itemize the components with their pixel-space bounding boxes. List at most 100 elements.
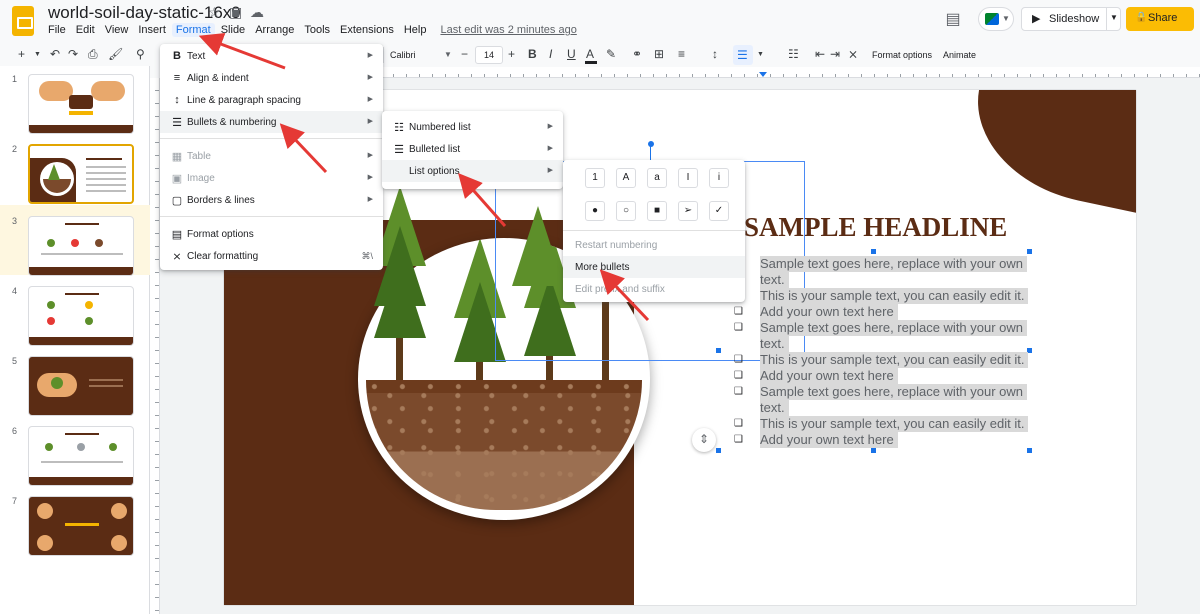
slideshow-button[interactable]: ▶ Slideshow ▼ xyxy=(1021,7,1121,31)
menu-insert[interactable]: Insert xyxy=(134,23,170,37)
submenu-list-options[interactable]: List options ▶ xyxy=(382,160,563,182)
vertical-ruler[interactable] xyxy=(150,78,160,614)
format-menu-clear-formatting[interactable]: ⨯ Clear formatting ⌘\ xyxy=(160,245,383,267)
slideshow-dropdown-icon[interactable]: ▼ xyxy=(1106,8,1121,30)
list-item[interactable]: ❑ Add your own text here xyxy=(724,368,1024,384)
list-item[interactable]: text. xyxy=(724,400,1024,416)
line-spacing-icon[interactable]: ↕ xyxy=(712,47,718,61)
indent-marker[interactable] xyxy=(759,72,767,77)
submenu-numbered-list[interactable]: ☷ Numbered list ▶ xyxy=(382,116,563,138)
bullet-style-filled-circle[interactable]: ● xyxy=(585,201,605,221)
format-menu-format-options[interactable]: ▤ Format options xyxy=(160,223,383,245)
slide-thumbnail-3[interactable] xyxy=(28,216,134,276)
animate-button[interactable]: Animate xyxy=(943,50,976,60)
decrease-indent-icon[interactable]: ⇤ xyxy=(815,47,825,61)
cloud-status-icon[interactable]: ☁ xyxy=(250,4,264,21)
meet-button[interactable]: ▼ xyxy=(978,7,1014,31)
number-style-upper-alpha[interactable]: A xyxy=(616,168,636,188)
format-menu-borders-lines[interactable]: ▢ Borders & lines ▶ xyxy=(160,189,383,211)
list-item[interactable]: ❑This is your sample text, you can easil… xyxy=(724,288,1029,304)
format-menu-line-spacing[interactable]: ↕ Line & paragraph spacing ▶ xyxy=(160,89,383,111)
submenu-bulleted-list[interactable]: ☰ Bulleted list ▶ xyxy=(382,138,563,160)
number-style-upper-roman[interactable]: I xyxy=(678,168,698,188)
comment-add-icon[interactable]: ⊞ xyxy=(654,47,664,61)
resize-handle[interactable] xyxy=(1027,249,1032,254)
resize-handle[interactable] xyxy=(716,348,721,353)
format-menu-text[interactable]: B Text ▶ xyxy=(160,45,383,67)
undo-icon[interactable]: ↶ xyxy=(50,47,60,61)
print-icon[interactable]: ⎙ xyxy=(88,47,98,62)
menu-file[interactable]: File xyxy=(44,23,70,37)
zoom-icon[interactable]: ⚲ xyxy=(136,47,145,61)
slides-logo-icon[interactable] xyxy=(12,6,34,36)
move-folder-icon[interactable]: ▣ xyxy=(229,4,242,21)
increase-indent-icon[interactable]: ⇥ xyxy=(830,47,840,61)
slide-thumbnail-1[interactable] xyxy=(28,74,134,134)
align-icon[interactable]: ≡ xyxy=(678,47,685,61)
resize-handle[interactable] xyxy=(716,448,721,453)
font-dropdown-icon[interactable]: ▼ xyxy=(444,50,452,59)
format-options-button[interactable]: Format options xyxy=(872,50,932,60)
text-color-icon[interactable]: A xyxy=(586,47,594,61)
format-menu-table[interactable]: ▦ Table ▶ xyxy=(160,145,383,167)
resize-handle[interactable] xyxy=(1027,448,1032,453)
comments-icon[interactable]: ▤ xyxy=(942,9,964,29)
italic-icon[interactable]: I xyxy=(549,47,552,61)
number-style-lower-roman[interactable]: i xyxy=(709,168,729,188)
number-style-1[interactable]: 1 xyxy=(585,168,605,188)
menu-slide[interactable]: Slide xyxy=(217,23,249,37)
bulleted-list-button[interactable]: ☰ xyxy=(733,45,753,65)
format-menu-align-indent[interactable]: ≡ Align & indent ▶ xyxy=(160,67,383,89)
decrease-font-icon[interactable]: − xyxy=(461,47,468,61)
highlight-icon[interactable]: ✎ xyxy=(606,47,616,61)
slide-thumbnail-7[interactable] xyxy=(28,496,134,556)
bullet-style-hollow-circle[interactable]: ○ xyxy=(616,201,636,221)
bullet-style-check[interactable]: ✓ xyxy=(709,201,729,221)
autofit-options-icon[interactable]: ⇕ xyxy=(692,428,716,452)
bullet-style-square[interactable]: ■ xyxy=(647,201,667,221)
increase-font-icon[interactable]: + xyxy=(508,47,515,61)
menu-help[interactable]: Help xyxy=(400,23,431,37)
brown-corner-shape[interactable] xyxy=(960,90,1136,222)
list-item[interactable]: ❑ Sample text goes here, replace with you… xyxy=(724,320,1028,336)
slide-thumbnail-5[interactable] xyxy=(28,356,134,416)
share-button[interactable]: 🔒 Share xyxy=(1126,7,1194,31)
more-bullets-item[interactable]: More bullets xyxy=(563,256,745,278)
last-edit-link[interactable]: Last edit was 2 minutes ago xyxy=(440,23,576,37)
resize-handle[interactable] xyxy=(871,448,876,453)
list-item[interactable]: ❑This is your sample text, you can easil… xyxy=(724,416,1029,432)
menu-extensions[interactable]: Extensions xyxy=(336,23,398,37)
menu-format[interactable]: Format xyxy=(171,23,215,37)
list-item[interactable]: ❑ Add your own text here xyxy=(724,432,1024,448)
new-slide-dropdown-icon[interactable]: ▼ xyxy=(34,51,41,58)
new-slide-icon[interactable]: + xyxy=(18,47,25,61)
numbered-list-icon[interactable]: ☷ xyxy=(788,47,799,61)
menu-edit[interactable]: Edit xyxy=(72,23,99,37)
list-item[interactable]: text. xyxy=(724,272,1024,288)
menu-arrange[interactable]: Arrange xyxy=(251,23,298,37)
font-family-select[interactable]: Calibri xyxy=(390,50,416,60)
slide-thumbnail-6[interactable] xyxy=(28,426,134,486)
clear-formatting-icon[interactable]: ⨯ xyxy=(848,47,858,61)
redo-icon[interactable]: ↷ xyxy=(68,47,78,61)
resize-handle[interactable] xyxy=(871,249,876,254)
edit-prefix-suffix-item[interactable]: Edit prefix and suffix xyxy=(563,278,745,300)
paint-format-icon[interactable]: 🖌 xyxy=(108,47,123,61)
underline-icon[interactable]: U xyxy=(567,47,576,61)
menu-view[interactable]: View xyxy=(101,23,133,37)
menu-tools[interactable]: Tools xyxy=(300,23,334,37)
bold-icon[interactable]: B xyxy=(528,47,537,61)
format-menu-image[interactable]: ▣ Image ▶ xyxy=(160,167,383,189)
bulleted-list-dropdown-icon[interactable]: ▼ xyxy=(757,51,764,58)
restart-numbering-item[interactable]: Restart numbering xyxy=(563,234,745,256)
list-item[interactable]: Sample text goes here, replace with your… xyxy=(724,256,1028,272)
rotation-handle[interactable] xyxy=(648,141,654,147)
list-item[interactable]: ❑ Add your own text here xyxy=(724,304,1024,320)
list-item[interactable]: ❑This is your sample text, you can easil… xyxy=(724,352,1029,368)
bullet-style-arrow[interactable]: ➢ xyxy=(678,201,698,221)
list-item[interactable]: ❑ Sample text goes here, replace with you… xyxy=(724,384,1028,400)
list-item[interactable]: text. xyxy=(724,336,1024,352)
format-menu-bullets-numbering[interactable]: ☰ Bullets & numbering ▶ xyxy=(160,111,383,133)
slide-thumbnail-4[interactable] xyxy=(28,286,134,346)
link-icon[interactable]: ⚭ xyxy=(632,47,642,61)
